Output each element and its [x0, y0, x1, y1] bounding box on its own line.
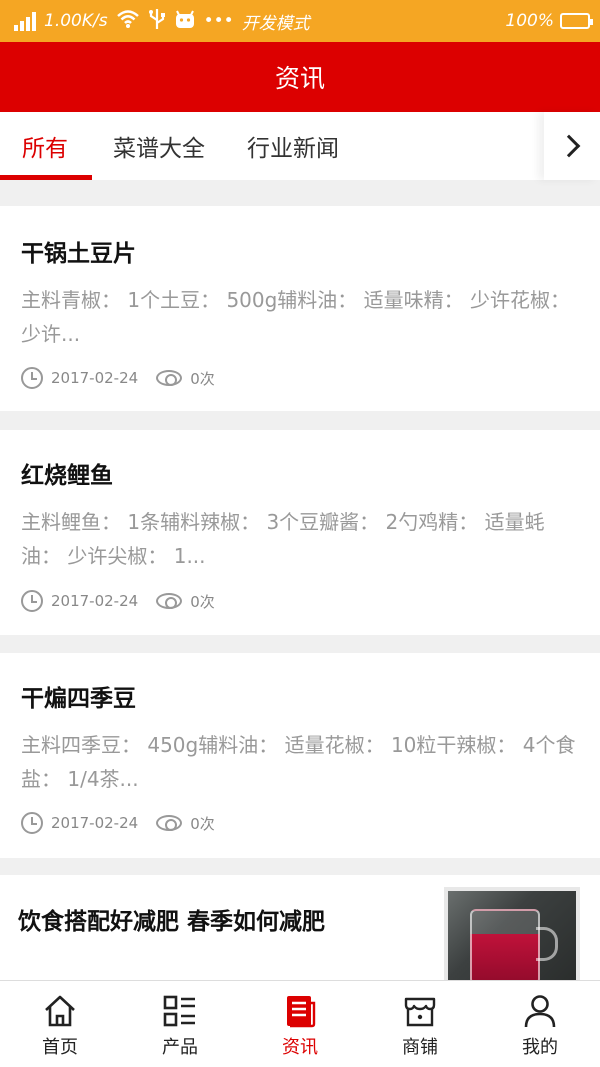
page-header: 资讯 — [0, 42, 600, 112]
list-item[interactable]: 饮食搭配好减肥 春季如何减肥 — [0, 875, 600, 987]
article-meta: 2017-02-24 0次 — [21, 367, 215, 389]
article-views: 0次 — [190, 592, 215, 611]
nav-label: 首页 — [42, 1037, 78, 1058]
article-title: 干锅土豆片 — [21, 241, 136, 267]
tabs-more-button[interactable] — [544, 112, 600, 180]
article-views: 0次 — [190, 369, 215, 388]
tab-recipes[interactable]: 菜谱大全 — [113, 112, 205, 180]
battery-icon — [560, 13, 593, 29]
article-meta: 2017-02-24 0次 — [21, 590, 215, 612]
network-speed: 1.00K/s — [44, 11, 108, 31]
article-date: 2017-02-24 — [51, 369, 139, 387]
nav-profile[interactable]: 我的 — [480, 981, 600, 1067]
category-tabs: 所有 菜谱大全 行业新闻 — [0, 112, 600, 180]
clock-icon — [21, 367, 43, 389]
eye-icon — [156, 815, 183, 831]
nav-label: 商铺 — [402, 1037, 438, 1058]
article-summary: 主料四季豆： 450g辅料油： 适量花椒： 10粒干辣椒： 4个食盐： 1/4茶… — [21, 733, 576, 791]
grid-list-icon — [163, 995, 195, 1027]
nav-label: 我的 — [522, 1037, 558, 1058]
article-title: 红烧鲤鱼 — [21, 463, 113, 489]
clock-icon — [21, 590, 43, 612]
article-summary: 主料鲤鱼： 1条辅料辣椒： 3个豆瓣酱： 2勺鸡精： 适量蚝油： 少许尖椒： 1… — [21, 510, 545, 568]
nav-home[interactable]: 首页 — [0, 981, 120, 1067]
bottom-nav: 首页 产品 资讯 商铺 我的 — [0, 980, 600, 1067]
user-icon — [524, 995, 556, 1028]
wifi-icon — [116, 9, 140, 34]
news-icon — [287, 996, 316, 1028]
nav-label: 资讯 — [282, 1037, 318, 1058]
list-item[interactable]: 干锅土豆片 主料青椒： 1个土豆： 500g辅料油： 适量味精： 少许花椒： 少… — [0, 206, 600, 411]
article-summary: 主料青椒： 1个土豆： 500g辅料油： 适量味精： 少许花椒： 少许... — [21, 288, 571, 346]
article-views: 0次 — [190, 814, 215, 833]
tab-industry-news[interactable]: 行业新闻 — [247, 112, 339, 180]
tab-all[interactable]: 所有 — [0, 112, 92, 180]
article-title: 干煸四季豆 — [21, 686, 136, 712]
home-icon — [45, 995, 75, 1027]
usb-icon — [148, 8, 166, 35]
clock-icon — [21, 812, 43, 834]
page-title: 资讯 — [274, 64, 325, 93]
nav-label: 产品 — [162, 1037, 198, 1058]
eye-icon — [156, 370, 183, 386]
dev-mode-label: 开发模式 — [241, 13, 310, 34]
article-date: 2017-02-24 — [51, 814, 139, 832]
shop-icon — [404, 997, 436, 1027]
more-dots: ••• — [203, 11, 234, 31]
article-thumbnail — [444, 887, 580, 987]
android-icon — [174, 9, 196, 34]
signal-icon — [14, 11, 36, 31]
battery-percent: 100% — [505, 11, 554, 31]
list-item[interactable]: 红烧鲤鱼 主料鲤鱼： 1条辅料辣椒： 3个豆瓣酱： 2勺鸡精： 适量蚝油： 少许… — [0, 430, 600, 635]
status-bar: 1.00K/s ••• 开发模式 100% — [0, 0, 600, 42]
nav-news[interactable]: 资讯 — [240, 981, 360, 1067]
chevron-right-icon — [557, 134, 581, 158]
article-meta: 2017-02-24 0次 — [21, 812, 215, 834]
nav-products[interactable]: 产品 — [120, 981, 240, 1067]
list-item[interactable]: 干煸四季豆 主料四季豆： 450g辅料油： 适量花椒： 10粒干辣椒： 4个食盐… — [0, 653, 600, 858]
article-date: 2017-02-24 — [51, 592, 139, 610]
article-title: 饮食搭配好减肥 春季如何减肥 — [18, 909, 326, 935]
nav-shop[interactable]: 商铺 — [360, 981, 480, 1067]
eye-icon — [156, 593, 183, 609]
